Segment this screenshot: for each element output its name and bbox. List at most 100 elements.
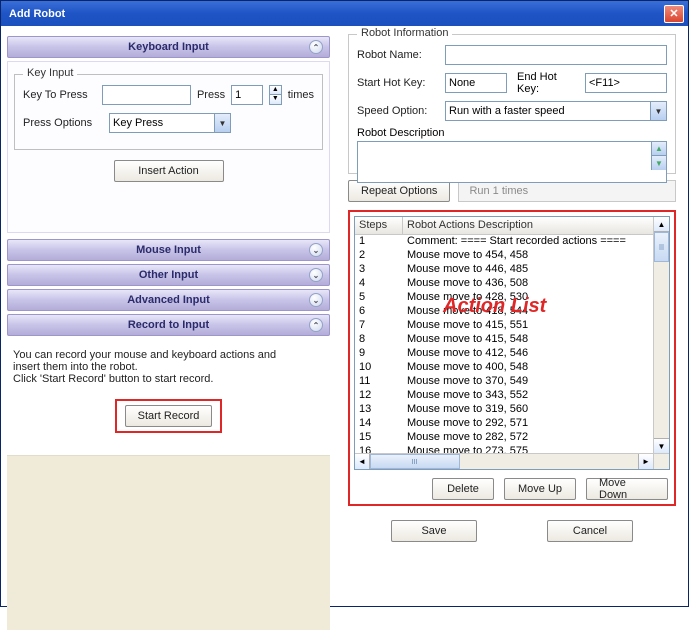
key-to-press-input[interactable] [102, 85, 191, 105]
move-down-button[interactable]: Move Down [586, 478, 668, 500]
action-cell: Mouse move to 319, 560 [403, 403, 669, 417]
table-row[interactable]: 12Mouse move to 343, 552 [355, 389, 669, 403]
step-cell: 4 [355, 277, 403, 291]
step-cell: 13 [355, 403, 403, 417]
repeat-options-button[interactable]: Repeat Options [348, 180, 450, 202]
table-row[interactable]: 8Mouse move to 415, 548 [355, 333, 669, 347]
scroll-up-icon[interactable]: ▲ [651, 142, 666, 156]
times-label: times [288, 89, 314, 101]
robot-name-input[interactable] [445, 45, 667, 65]
step-cell: 11 [355, 375, 403, 389]
end-hotkey-input[interactable]: <F11> [585, 73, 667, 93]
repeat-summary-text: Run 1 times [469, 185, 528, 197]
start-hotkey-label: Start Hot Key: [357, 77, 439, 89]
spinner-down-icon[interactable]: ▼ [269, 95, 282, 105]
table-row[interactable]: 7Mouse move to 415, 551 [355, 319, 669, 333]
table-row[interactable]: 10Mouse move to 400, 548 [355, 361, 669, 375]
end-hotkey-value: <F11> [589, 77, 620, 89]
scroll-thumb[interactable] [370, 454, 460, 469]
table-row[interactable]: 14Mouse move to 292, 571 [355, 417, 669, 431]
robot-name-label: Robot Name: [357, 49, 439, 61]
insert-action-label: Insert Action [138, 165, 199, 177]
step-cell: 15 [355, 431, 403, 445]
scroll-thumb[interactable] [654, 232, 669, 262]
close-button[interactable]: ✕ [664, 5, 684, 23]
accordion-record-to-input[interactable]: Record to Input ⌃ [7, 314, 330, 336]
accordion-label: Other Input [139, 269, 198, 281]
delete-button[interactable]: Delete [432, 478, 494, 500]
scroll-right-icon[interactable]: ► [638, 454, 653, 469]
move-up-button[interactable]: Move Up [504, 478, 576, 500]
table-row[interactable]: 9Mouse move to 412, 546 [355, 347, 669, 361]
action-cell: Mouse move to 370, 549 [403, 375, 669, 389]
step-cell: 14 [355, 417, 403, 431]
col-steps[interactable]: Steps [355, 217, 403, 234]
speed-option-select[interactable]: Run with a faster speed ▼ [445, 101, 667, 121]
save-label: Save [421, 525, 446, 537]
accordion-advanced-input[interactable]: Advanced Input ⌄ [7, 289, 330, 311]
step-cell: 5 [355, 291, 403, 305]
step-cell: 1 [355, 235, 403, 249]
accordion-label: Mouse Input [136, 244, 201, 256]
table-row[interactable]: 3Mouse move to 446, 485 [355, 263, 669, 277]
table-row[interactable]: 13Mouse move to 319, 560 [355, 403, 669, 417]
cancel-button[interactable]: Cancel [547, 520, 633, 542]
accordion-other-input[interactable]: Other Input ⌄ [7, 264, 330, 286]
action-list-rows[interactable]: 1Comment: ==== Start recorded actions ==… [355, 235, 669, 469]
chevron-down-icon: ⌄ [309, 293, 323, 307]
action-cell: Mouse move to 446, 485 [403, 263, 669, 277]
action-list-highlight: Steps Robot Actions Description 1Comment… [348, 210, 676, 506]
start-hotkey-value: None [449, 77, 475, 89]
press-options-select[interactable]: Key Press ▼ [109, 113, 231, 133]
table-row[interactable]: 2Mouse move to 454, 458 [355, 249, 669, 263]
scroll-down-icon[interactable]: ▼ [654, 438, 669, 453]
action-cell: Mouse move to 428, 530 [403, 291, 669, 305]
accordion-mouse-input[interactable]: Mouse Input ⌄ [7, 239, 330, 261]
accordion-keyboard-input[interactable]: Keyboard Input ⌃ [7, 36, 330, 58]
save-button[interactable]: Save [391, 520, 477, 542]
action-cell: Mouse move to 412, 546 [403, 347, 669, 361]
vertical-scrollbar[interactable]: ▲ ▼ [653, 217, 669, 453]
horizontal-scrollbar[interactable]: ◄ ► [355, 453, 669, 469]
action-cell: Mouse move to 418, 544 [403, 305, 669, 319]
spinner-up-icon[interactable]: ▲ [269, 85, 282, 95]
action-cell: Mouse move to 454, 458 [403, 249, 669, 263]
col-actions[interactable]: Robot Actions Description [403, 217, 669, 234]
left-panel-filler [7, 455, 330, 630]
start-record-button[interactable]: Start Record [125, 405, 213, 427]
action-cell: Mouse move to 400, 548 [403, 361, 669, 375]
press-count-input[interactable]: 1 [231, 85, 263, 105]
start-record-label: Start Record [138, 410, 200, 422]
action-cell: Comment: ==== Start recorded actions ===… [403, 235, 669, 249]
end-hotkey-label: End Hot Key: [513, 71, 579, 95]
robot-description-textarea[interactable]: ▲ ▼ [357, 141, 667, 183]
action-cell: Mouse move to 415, 548 [403, 333, 669, 347]
scroll-up-icon[interactable]: ▲ [654, 217, 669, 232]
accordion-label: Advanced Input [127, 294, 210, 306]
press-count-value: 1 [235, 89, 241, 101]
scroll-left-icon[interactable]: ◄ [355, 454, 370, 469]
chevron-up-icon: ⌃ [309, 318, 323, 332]
table-row[interactable]: 11Mouse move to 370, 549 [355, 375, 669, 389]
accordion-label: Record to Input [128, 319, 209, 331]
accordion-label: Keyboard Input [128, 41, 209, 53]
table-row[interactable]: 1Comment: ==== Start recorded actions ==… [355, 235, 669, 249]
move-down-label: Move Down [599, 477, 655, 501]
table-row[interactable]: 5Mouse move to 428, 530 [355, 291, 669, 305]
action-list[interactable]: Steps Robot Actions Description 1Comment… [354, 216, 670, 470]
delete-label: Delete [447, 483, 479, 495]
chevron-down-icon: ⌄ [309, 268, 323, 282]
insert-action-button[interactable]: Insert Action [114, 160, 224, 182]
table-row[interactable]: 4Mouse move to 436, 508 [355, 277, 669, 291]
chevron-down-icon: ▼ [214, 114, 230, 132]
chevron-up-icon: ⌃ [309, 40, 323, 54]
title-bar: Add Robot ✕ [1, 1, 688, 26]
robot-info-legend: Robot Information [357, 27, 452, 39]
table-row[interactable]: 15Mouse move to 282, 572 [355, 431, 669, 445]
close-icon: ✕ [669, 7, 678, 20]
scroll-down-icon[interactable]: ▼ [651, 156, 666, 170]
start-hotkey-input[interactable]: None [445, 73, 507, 93]
table-row[interactable]: 6Mouse move to 418, 544 [355, 305, 669, 319]
chevron-down-icon: ⌄ [309, 243, 323, 257]
record-desc-line1: You can record your mouse and keyboard a… [13, 349, 324, 361]
